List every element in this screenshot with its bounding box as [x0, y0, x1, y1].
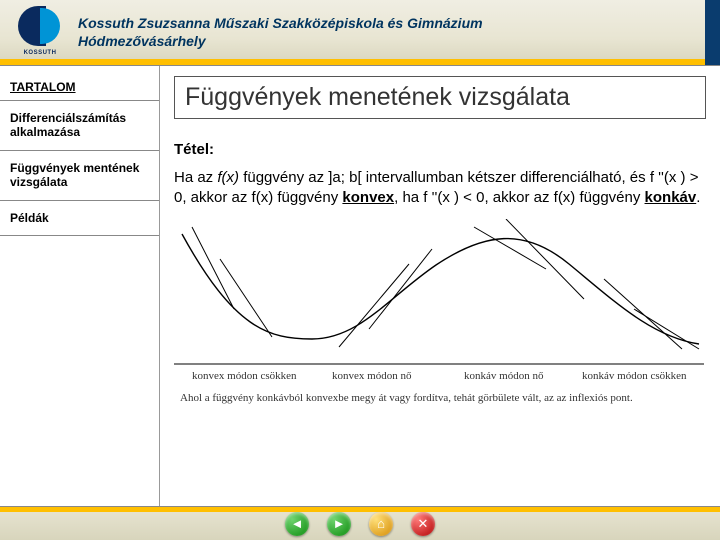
- school-name: Kossuth Zsuzsanna Műszaki Szakközépiskol…: [78, 15, 483, 33]
- footer-nav: ◄ ► ⌂ ✕: [0, 506, 720, 540]
- accent-bar-right: [705, 0, 720, 65]
- nav-home-button[interactable]: ⌂: [369, 512, 393, 536]
- nav-close-button[interactable]: ✕: [411, 512, 435, 536]
- sidebar-item-peldak[interactable]: Példák: [0, 201, 159, 236]
- diagram-caption: Ahol a függvény konkávból konvexbe megy …: [180, 392, 633, 404]
- section-label: Tétel:: [174, 141, 706, 158]
- diagram-label-4: konkáv módon csökken: [582, 370, 687, 382]
- sidebar-item-label: Példák: [10, 211, 49, 225]
- sidebar-item-label: Differenciálszámítás alkalmazása: [10, 111, 126, 139]
- diagram-label-1: konvex módon csökken: [192, 370, 297, 382]
- diagram-label-3: konkáv módon nő: [464, 370, 544, 382]
- home-icon: ⌂: [377, 516, 385, 531]
- theorem-text: Ha az f(x) függvény az ]a; b[ intervallu…: [174, 168, 706, 209]
- close-icon: ✕: [418, 516, 429, 532]
- nav-back-button[interactable]: ◄: [285, 512, 309, 536]
- curvature-diagram: konvex módon csökken konvex módon nő kon…: [174, 219, 704, 409]
- toc-heading: TARTALOM: [0, 74, 159, 101]
- sidebar-item-fuggvenyek[interactable]: Függvények mentének vizsgálata: [0, 151, 159, 201]
- main-content: Függvények menetének vizsgálata Tétel: H…: [160, 66, 720, 506]
- diagram-label-2: konvex módon nő: [332, 370, 412, 382]
- accent-bar: [0, 59, 720, 65]
- arrow-right-icon: ►: [333, 516, 346, 531]
- sidebar: TARTALOM Differenciálszámítás alkalmazás…: [0, 66, 160, 506]
- header: KOSSUTH Kossuth Zsuzsanna Műszaki Szakkö…: [0, 0, 720, 66]
- logo-label: KOSSUTH: [24, 50, 57, 56]
- page-title: Függvények menetének vizsgálata: [174, 76, 706, 119]
- sidebar-item-diff[interactable]: Differenciálszámítás alkalmazása: [0, 101, 159, 151]
- arrow-left-icon: ◄: [291, 516, 304, 531]
- nav-forward-button[interactable]: ►: [327, 512, 351, 536]
- sidebar-item-label: Függvények mentének vizsgálata: [10, 161, 139, 189]
- footer-accent: [0, 507, 720, 512]
- logo: KOSSUTH: [8, 4, 72, 62]
- city-name: Hódmezővásárhely: [78, 33, 483, 51]
